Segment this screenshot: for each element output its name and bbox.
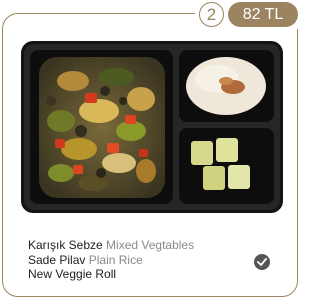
menu-item-name: Karışık Sebze <box>28 238 103 252</box>
menu-item: Karışık Sebze Mixed Vegtables <box>28 238 194 253</box>
meal-photo <box>21 41 283 213</box>
order-badge: 2 82 TL <box>195 0 301 29</box>
menu-item-name: New Veggie Roll <box>28 267 117 281</box>
menu-item-translation: Mixed Vegtables <box>106 238 195 252</box>
price-tag: 82 TL <box>228 2 298 27</box>
menu-item: New Veggie Roll <box>28 267 194 282</box>
menu-item-name: Sade Pilav <box>28 252 86 267</box>
check-circle-icon[interactable] <box>254 254 270 270</box>
quantity-badge: 2 <box>199 2 224 27</box>
menu-item: Sade Pilav Plain Rice <box>28 253 194 268</box>
menu-item-translation: Plain Rice <box>88 252 143 267</box>
menu-items: Karışık Sebze Mixed Vegtables Sade Pilav… <box>28 238 194 282</box>
